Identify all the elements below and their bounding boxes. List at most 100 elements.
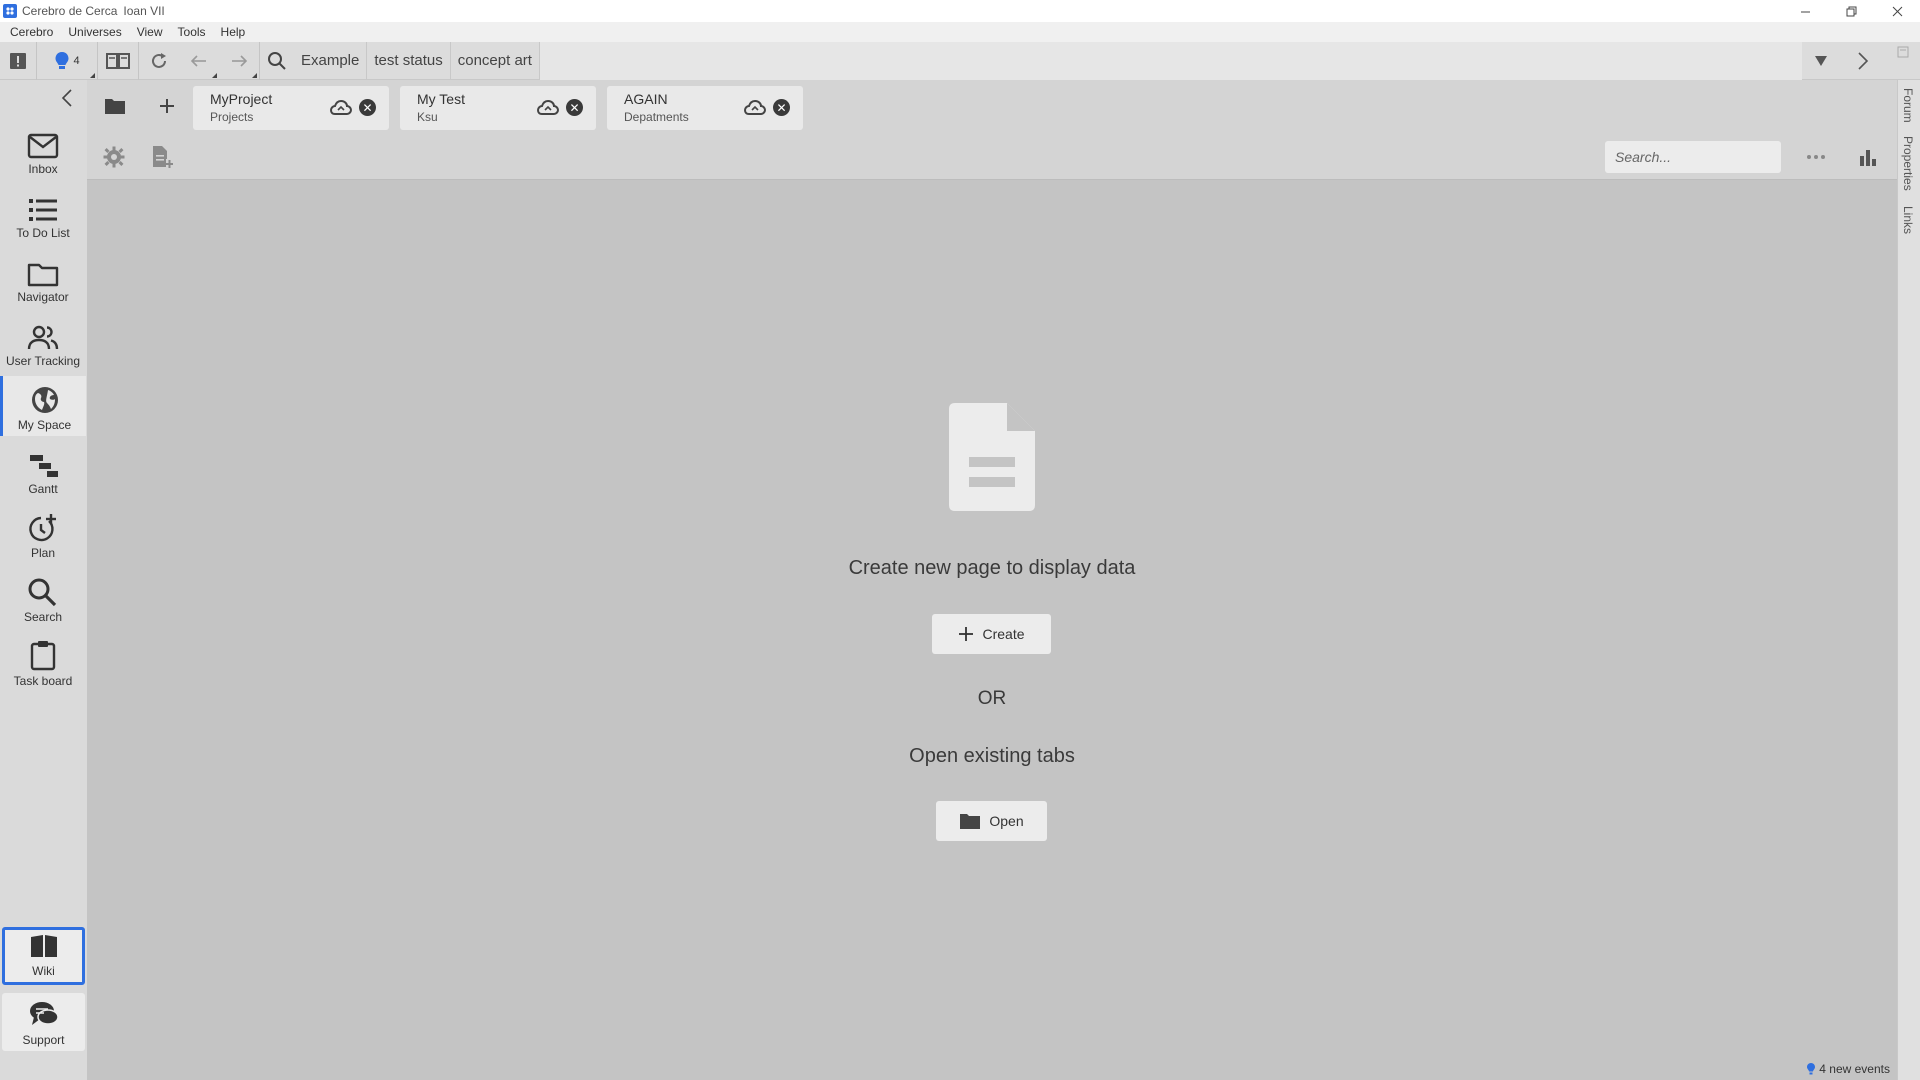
sidebar-item-label: Task board <box>13 674 73 688</box>
tab-forum[interactable]: Forum <box>1901 88 1915 123</box>
close-icon: ✕ <box>776 100 787 115</box>
query-search-button[interactable] <box>260 42 294 80</box>
query-test-status[interactable]: test status <box>367 41 451 80</box>
sidebar-item-label: Navigator <box>17 290 69 304</box>
minimize-icon <box>1800 11 1810 12</box>
tab-again[interactable]: AGAIN Depatments ✕ <box>607 86 803 130</box>
add-page-icon <box>153 146 173 168</box>
open-tabs-button[interactable]: Open <box>936 801 1047 841</box>
open-label: Open <box>989 813 1024 829</box>
or-separator: OR <box>977 688 1007 709</box>
page-settings-button[interactable] <box>101 144 127 170</box>
queries-next-button[interactable] <box>1840 42 1886 80</box>
folder-icon <box>27 261 59 287</box>
sidebar-item-todo[interactable]: To Do List <box>0 184 86 244</box>
wiki-button[interactable]: Wiki <box>2 927 85 985</box>
panel-toggle-button[interactable] <box>1886 42 1920 80</box>
cloud-sync-icon[interactable] <box>329 99 353 121</box>
close-icon: ✕ <box>569 100 580 115</box>
tab-myproject[interactable]: MyProject Projects ✕ <box>193 86 389 130</box>
menu-tools[interactable]: Tools <box>173 25 211 39</box>
tab-title: MyProject <box>210 91 273 107</box>
alert-button[interactable] <box>0 42 36 80</box>
minimize-button[interactable] <box>1782 0 1828 22</box>
chevron-right-icon <box>1858 51 1869 70</box>
new-page-button[interactable] <box>149 144 175 170</box>
clock-plus-icon <box>27 513 59 543</box>
plus-icon <box>958 626 974 642</box>
tab-links[interactable]: Links <box>1901 206 1915 234</box>
forward-button[interactable] <box>219 42 259 80</box>
folder-icon <box>959 812 981 830</box>
sidebar-item-search[interactable]: Search <box>0 568 86 628</box>
arrow-right-icon <box>232 54 248 67</box>
sidebar-item-task-board[interactable]: Task board <box>0 632 86 692</box>
app-logo-icon <box>3 4 17 18</box>
tab-my-test[interactable]: My Test Ksu ✕ <box>400 86 596 130</box>
more-options-button[interactable] <box>1803 144 1829 170</box>
refresh-button[interactable] <box>139 42 179 80</box>
layout-button[interactable] <box>98 42 138 80</box>
create-page-button[interactable]: Create <box>932 614 1051 654</box>
restore-icon <box>1846 6 1856 16</box>
mail-icon <box>27 133 59 159</box>
chevron-left-icon <box>61 89 72 107</box>
menu-universes[interactable]: Universes <box>63 25 126 39</box>
close-tab-button[interactable]: ✕ <box>566 99 583 116</box>
alert-icon <box>10 52 26 69</box>
refresh-icon <box>152 52 166 68</box>
tab-properties[interactable]: Properties <box>1901 136 1915 191</box>
support-label: Support <box>22 1033 65 1047</box>
notifications-button[interactable]: 4 <box>37 42 97 80</box>
window-user: Ioan VII <box>123 4 165 18</box>
close-window-button[interactable] <box>1874 0 1920 22</box>
folder-icon <box>105 99 125 114</box>
close-icon: ✕ <box>362 100 373 115</box>
close-icon <box>1892 6 1902 16</box>
statistics-button[interactable] <box>1855 144 1881 170</box>
sidebar-item-user-tracking[interactable]: User Tracking <box>0 312 86 372</box>
book-layout-icon <box>106 52 130 69</box>
open-tabs-folder-button[interactable] <box>101 92 129 120</box>
sidebar-item-label: Search <box>23 610 63 624</box>
sidebar-item-gantt[interactable]: Gantt <box>0 440 86 500</box>
back-button[interactable] <box>179 42 219 80</box>
sidebar-item-inbox[interactable]: Inbox <box>0 120 86 180</box>
restore-button[interactable] <box>1828 0 1874 22</box>
sidebar-item-navigator[interactable]: Navigator <box>0 248 86 308</box>
sidebar-item-label: Plan <box>30 546 56 560</box>
create-label: Create <box>982 626 1025 642</box>
right-side-panel: Forum Properties Links <box>1897 80 1920 1080</box>
sidebar-item-plan[interactable]: Plan <box>0 504 86 564</box>
sidebar-item-my-space[interactable]: My Space <box>0 376 86 436</box>
main-toolbar: 4 Example test status concept art <box>0 41 1920 80</box>
close-tab-button[interactable]: ✕ <box>359 99 376 116</box>
search-icon <box>27 577 59 607</box>
arrow-left-icon <box>190 54 206 67</box>
gear-icon <box>103 146 125 168</box>
close-tab-button[interactable]: ✕ <box>773 99 790 116</box>
support-button[interactable]: Support <box>2 993 85 1051</box>
document-icon <box>947 401 1037 518</box>
plus-icon <box>160 99 174 113</box>
menu-cerebro[interactable]: Cerebro <box>5 25 58 39</box>
menu-help[interactable]: Help <box>216 25 251 39</box>
wiki-label: Wiki <box>32 964 55 978</box>
events-status[interactable]: 4 new events <box>1807 1062 1890 1076</box>
query-concept-art[interactable]: concept art <box>451 41 540 80</box>
empty-state-title: Create new page to display data <box>848 557 1136 579</box>
cloud-sync-icon[interactable] <box>536 99 560 121</box>
sidebar-item-label: User Tracking <box>5 354 81 368</box>
page-search-input[interactable] <box>1605 141 1781 173</box>
queries-dropdown-button[interactable] <box>1802 42 1840 80</box>
add-tab-button[interactable] <box>153 92 181 120</box>
cloud-sync-icon[interactable] <box>743 99 767 121</box>
notifications-count: 4 <box>73 54 80 67</box>
collapse-sidebar-button[interactable] <box>60 88 74 113</box>
query-example[interactable]: Example <box>294 41 368 80</box>
window-title: Cerebro de Cerca <box>22 4 118 18</box>
menu-view[interactable]: View <box>132 25 168 39</box>
menu-bar: Cerebro Universes View Tools Help <box>0 22 1920 42</box>
query-bar-empty <box>539 41 1802 80</box>
sidebar-item-label: Inbox <box>28 162 58 176</box>
